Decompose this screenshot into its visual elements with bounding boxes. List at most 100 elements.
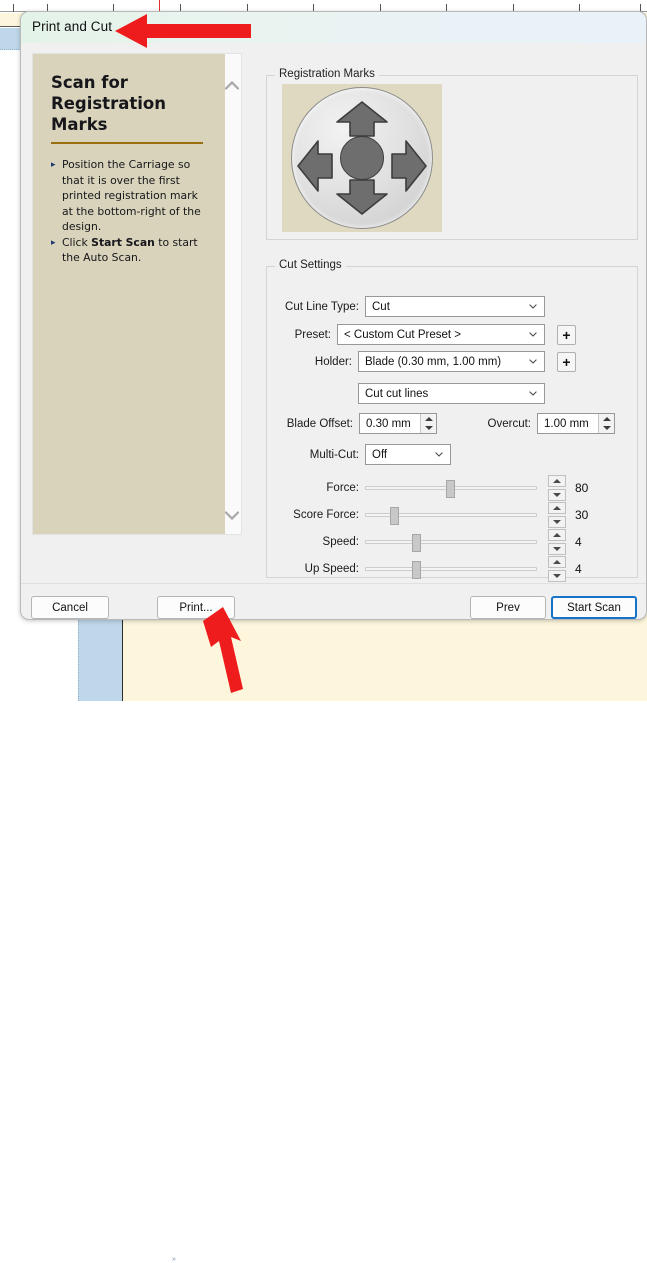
prev-button[interactable]: Prev xyxy=(470,596,546,619)
stepper-down-button[interactable] xyxy=(548,516,566,528)
stepper-up-button[interactable] xyxy=(548,475,566,487)
footer-divider xyxy=(21,583,646,584)
overcut-value: 1.00 mm xyxy=(538,418,598,430)
speed-slider-row: Speed: 4 xyxy=(267,529,582,555)
add-preset-button[interactable]: + xyxy=(557,325,576,345)
instruction-item: ▸ Click Start Scan to start the Auto Sca… xyxy=(51,235,211,266)
speed-value: 4 xyxy=(575,535,582,549)
preset-select[interactable]: < Custom Cut Preset > xyxy=(337,324,545,345)
plus-icon: + xyxy=(562,328,570,342)
dialog-title: Print and Cut xyxy=(32,19,112,34)
blade-offset-stepper[interactable] xyxy=(420,414,436,433)
overcut-input[interactable]: 1.00 mm xyxy=(537,413,615,434)
force-stepper[interactable] xyxy=(548,475,566,501)
dpad-arrow-right-icon xyxy=(390,138,428,194)
instructions-divider xyxy=(51,142,203,144)
score-force-slider-row: Score Force: 30 xyxy=(267,502,588,528)
cancel-button[interactable]: Cancel xyxy=(31,596,109,619)
slider-thumb[interactable] xyxy=(412,561,421,579)
stepper-down-icon[interactable] xyxy=(425,426,433,430)
red-arrow-left-icon xyxy=(113,12,253,50)
holder-select[interactable]: Blade (0.30 mm, 1.00 mm) xyxy=(358,351,545,372)
force-label: Force: xyxy=(267,482,359,494)
slider-thumb[interactable] xyxy=(412,534,421,552)
blade-offset-label: Blade Offset: xyxy=(267,418,353,430)
slider-thumb[interactable] xyxy=(390,507,399,525)
bullet-icon: ▸ xyxy=(51,157,62,235)
chevron-down-icon xyxy=(529,359,537,364)
score-force-stepper[interactable] xyxy=(548,502,566,528)
stepper-up-icon[interactable] xyxy=(603,417,611,421)
slider-thumb[interactable] xyxy=(446,480,455,498)
preset-label: Preset: xyxy=(267,329,331,341)
force-slider[interactable] xyxy=(365,486,537,490)
stepper-up-icon[interactable] xyxy=(425,417,433,421)
speed-stepper[interactable] xyxy=(548,529,566,555)
stepper-down-button[interactable] xyxy=(548,570,566,582)
overcut-stepper[interactable] xyxy=(598,414,614,433)
registration-marks-label: Registration Marks xyxy=(275,68,379,80)
cut-line-type-row: Cut Line Type: Cut xyxy=(267,296,637,317)
preset-value: < Custom Cut Preset > xyxy=(344,329,461,341)
cut-lines-select[interactable]: Cut cut lines xyxy=(358,383,545,404)
multi-cut-value: Off xyxy=(372,449,387,461)
instructions-heading-line2: Registration Marks xyxy=(51,93,211,135)
up-speed-label: Up Speed: xyxy=(267,563,359,575)
blade-offset-input[interactable]: 0.30 mm xyxy=(359,413,437,434)
dpad-center-hub xyxy=(340,136,384,180)
score-force-slider[interactable] xyxy=(365,513,537,517)
score-force-value: 30 xyxy=(575,508,588,522)
instructions-heading: Scan for Registration Marks xyxy=(51,72,211,135)
dpad-arrows-icon xyxy=(282,84,442,232)
multi-cut-label: Multi-Cut: xyxy=(267,449,359,461)
add-holder-button[interactable]: + xyxy=(557,352,576,372)
stepper-down-icon[interactable] xyxy=(603,426,611,430)
speed-slider[interactable] xyxy=(365,540,537,544)
chevron-down-icon[interactable] xyxy=(223,504,241,526)
cut-settings-group: Cut Settings Cut Line Type: Cut Preset: … xyxy=(266,266,638,578)
holder-row: Holder: Blade (0.30 mm, 1.00 mm) + xyxy=(267,351,637,372)
force-value: 80 xyxy=(575,481,588,495)
registration-marks-group: Registration Marks xyxy=(266,75,638,240)
start-scan-button[interactable]: Start Scan xyxy=(551,596,637,619)
preset-row: Preset: < Custom Cut Preset > + xyxy=(267,324,637,345)
up-speed-stepper[interactable] xyxy=(548,556,566,582)
stepper-up-button[interactable] xyxy=(548,502,566,514)
cut-line-type-select[interactable]: Cut xyxy=(365,296,545,317)
up-speed-value: 4 xyxy=(575,562,582,576)
stepper-up-button[interactable] xyxy=(548,529,566,541)
up-speed-slider-row: Up Speed: 4 xyxy=(267,556,582,582)
stepper-down-button[interactable] xyxy=(548,543,566,555)
score-force-label: Score Force: xyxy=(267,509,359,521)
instruction-text: Position the Carriage so that it is over… xyxy=(62,157,211,235)
dpad-arrow-left-icon xyxy=(296,138,334,194)
bullet-icon: ▸ xyxy=(51,235,62,266)
speed-label: Speed: xyxy=(267,536,359,548)
stepper-down-button[interactable] xyxy=(548,489,566,501)
instruction-text-pre: Click xyxy=(62,236,91,249)
cut-line-type-value: Cut xyxy=(372,301,390,313)
multi-cut-select[interactable]: Off xyxy=(365,444,451,465)
chevron-down-icon xyxy=(529,304,537,309)
instructions-content: Scan for Registration Marks ▸ Position t… xyxy=(33,54,225,534)
up-speed-slider[interactable] xyxy=(365,567,537,571)
dpad-arrow-up-icon xyxy=(334,100,390,138)
plus-icon: + xyxy=(562,355,570,369)
chevron-down-icon xyxy=(529,391,537,396)
cut-lines-value: Cut cut lines xyxy=(365,388,428,400)
stepper-up-button[interactable] xyxy=(548,556,566,568)
holder-label: Holder: xyxy=(267,356,352,368)
document-mat-area-bottom: » xyxy=(78,620,123,701)
blade-offset-row: Blade Offset: 0.30 mm Overcut: 1.00 mm xyxy=(267,413,637,434)
instruction-text-bold: Start Scan xyxy=(91,236,155,249)
red-arrow-up-icon xyxy=(195,605,255,695)
cut-settings-label: Cut Settings xyxy=(275,259,346,271)
mat-corner-glyph: » xyxy=(172,1256,176,1263)
force-slider-row: Force: 80 xyxy=(267,475,588,501)
chevron-down-icon xyxy=(529,332,537,337)
multi-cut-row: Multi-Cut: Off xyxy=(267,444,637,465)
instruction-text: Click Start Scan to start the Auto Scan. xyxy=(62,235,211,266)
blade-offset-value: 0.30 mm xyxy=(360,418,420,430)
instruction-item: ▸ Position the Carriage so that it is ov… xyxy=(51,157,211,235)
chevron-up-icon[interactable] xyxy=(223,74,241,96)
